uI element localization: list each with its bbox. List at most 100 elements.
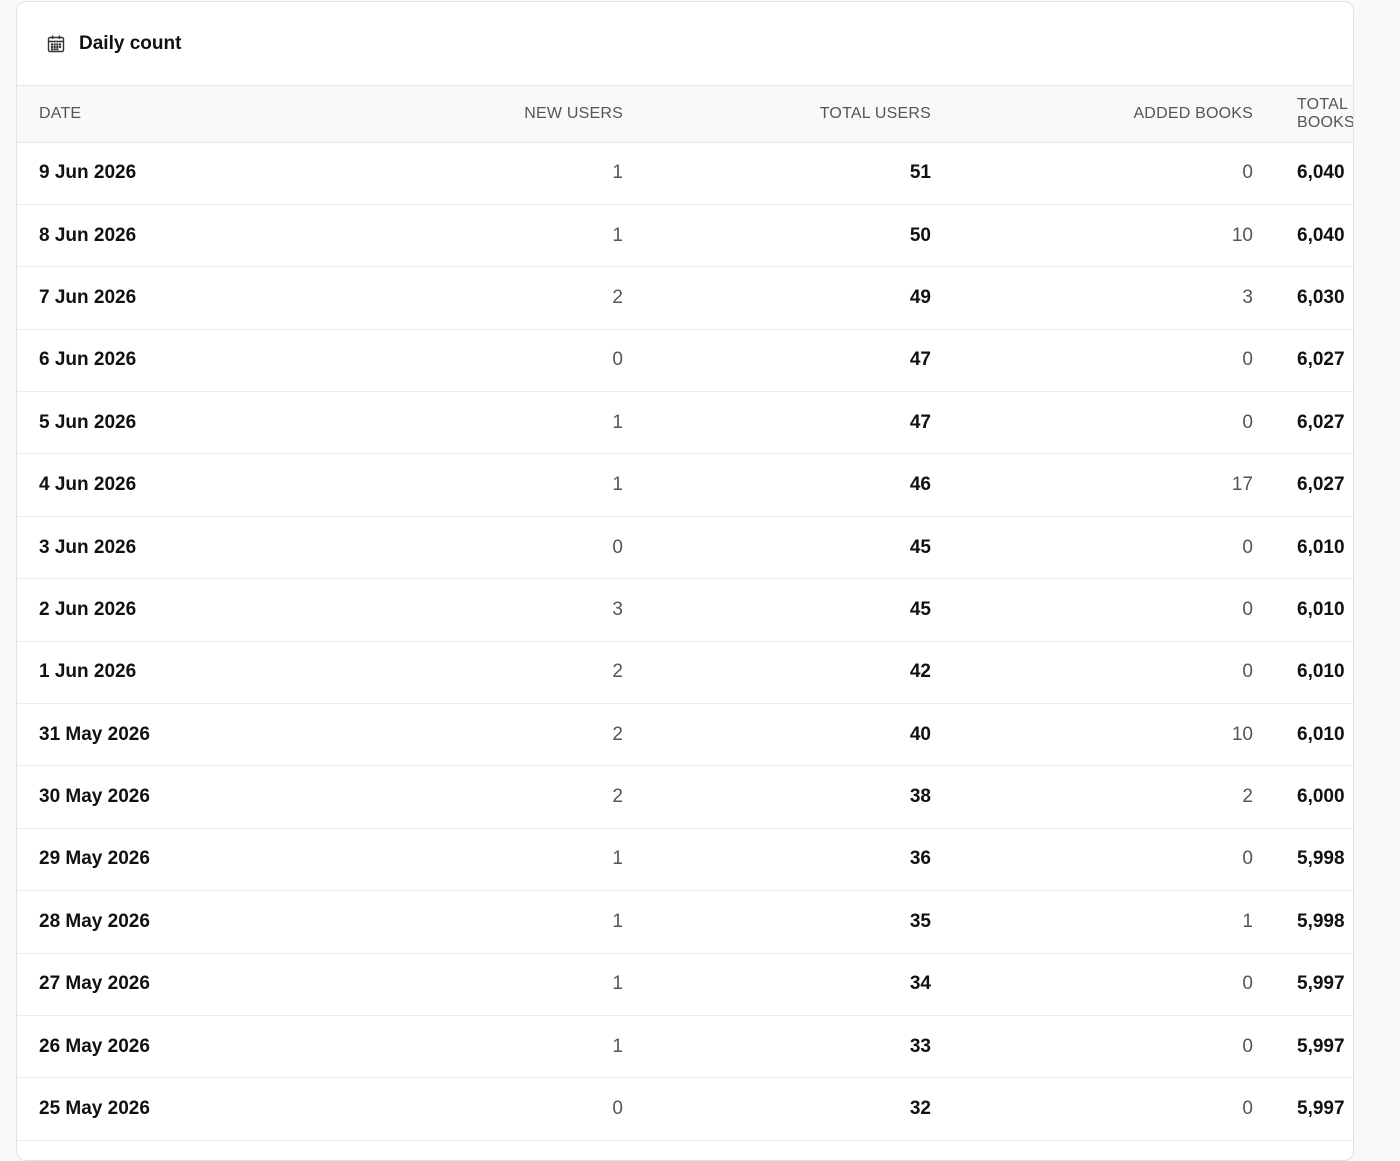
cell-total-books: 5,997: [1297, 973, 1345, 995]
cell-added-books: 1: [1242, 910, 1253, 932]
cell-new-users: 2: [612, 786, 623, 808]
cell-total-books: 6,010: [1297, 723, 1345, 745]
column-header-date[interactable]: DATE: [17, 86, 361, 142]
card-header: Daily count: [17, 2, 1353, 86]
cell-total-users: 34: [909, 973, 931, 995]
calendar-icon: [45, 33, 67, 55]
cell-date: 27 May 2026: [39, 973, 150, 995]
table-row[interactable]: 6 Jun 2026 0 47 0 6,027: [17, 329, 1353, 392]
column-header-added-books[interactable]: ADDED BOOKS: [953, 86, 1275, 142]
cell-new-users: 3: [612, 598, 623, 620]
table-row[interactable]: 4 Jun 2026 1 46 17 6,027: [17, 454, 1353, 517]
daily-count-table: DATE NEW USERS TOTAL USERS ADDED BOOKS T…: [17, 86, 1353, 1141]
cell-total-users: 46: [909, 474, 931, 496]
cell-new-users: 1: [612, 411, 623, 433]
cell-total-books: 6,027: [1297, 349, 1345, 371]
cell-date: 25 May 2026: [39, 1098, 150, 1120]
cell-new-users: 0: [612, 1098, 623, 1120]
cell-total-users: 45: [909, 536, 931, 558]
table-row[interactable]: 26 May 2026 1 33 0 5,997: [17, 1015, 1353, 1078]
cell-added-books: 0: [1242, 848, 1253, 870]
cell-new-users: 1: [612, 474, 623, 496]
cell-new-users: 2: [612, 723, 623, 745]
cell-new-users: 2: [612, 661, 623, 683]
table-row[interactable]: 27 May 2026 1 34 0 5,997: [17, 953, 1353, 1016]
cell-date: 31 May 2026: [39, 723, 150, 745]
cell-date: 2 Jun 2026: [39, 598, 137, 620]
cell-total-books: 5,998: [1297, 848, 1345, 870]
cell-total-books: 6,030: [1297, 286, 1345, 308]
table-row[interactable]: 30 May 2026 2 38 2 6,000: [17, 766, 1353, 829]
cell-added-books: 0: [1242, 973, 1253, 995]
column-header-total-books[interactable]: TOTAL BOOKS: [1275, 86, 1353, 142]
table-row[interactable]: 9 Jun 2026 1 51 0 6,040: [17, 142, 1353, 205]
cell-total-users: 36: [909, 848, 931, 870]
cell-new-users: 0: [612, 536, 623, 558]
table-row[interactable]: 25 May 2026 0 32 0 5,997: [17, 1078, 1353, 1141]
cell-total-books: 6,040: [1297, 224, 1345, 246]
table-row[interactable]: 31 May 2026 2 40 10 6,010: [17, 704, 1353, 766]
cell-added-books: 0: [1242, 1035, 1253, 1057]
cell-total-users: 51: [909, 162, 931, 184]
cell-new-users: 1: [612, 973, 623, 995]
cell-date: 4 Jun 2026: [39, 474, 137, 496]
cell-added-books: 2: [1242, 786, 1253, 808]
cell-new-users: 0: [612, 349, 623, 371]
cell-date: 9 Jun 2026: [39, 162, 137, 184]
cell-added-books: 0: [1242, 1098, 1253, 1120]
cell-total-users: 32: [909, 1098, 931, 1120]
cell-new-users: 1: [612, 162, 623, 184]
table-body: 9 Jun 2026 1 51 0 6,040 8 Jun 2026 1 50 10 6,040 7…: [17, 142, 1353, 1141]
table-row[interactable]: 2 Jun 2026 3 45 0 6,010: [17, 579, 1353, 642]
cell-total-books: 6,040: [1297, 162, 1345, 184]
cell-total-books: 5,997: [1297, 1035, 1345, 1057]
table-row[interactable]: 29 May 2026 1 36 0 5,998: [17, 828, 1353, 891]
cell-total-books: 6,010: [1297, 661, 1345, 683]
cell-date: 6 Jun 2026: [39, 349, 137, 371]
cell-total-users: 42: [909, 661, 931, 683]
cell-date: 7 Jun 2026: [39, 286, 137, 308]
cell-total-books: 6,010: [1297, 598, 1345, 620]
cell-total-users: 49: [909, 286, 931, 308]
table-row[interactable]: 7 Jun 2026 2 49 3 6,030: [17, 267, 1353, 330]
column-header-total-users[interactable]: TOTAL USERS: [645, 86, 953, 142]
cell-added-books: 0: [1242, 661, 1253, 683]
cell-date: 3 Jun 2026: [39, 536, 137, 558]
cell-new-users: 1: [612, 910, 623, 932]
table-row[interactable]: 8 Jun 2026 1 50 10 6,040: [17, 204, 1353, 267]
card-title: Daily count: [79, 32, 182, 54]
cell-added-books: 17: [1231, 474, 1253, 496]
cell-added-books: 0: [1242, 411, 1253, 433]
table-row[interactable]: 3 Jun 2026 0 45 0 6,010: [17, 516, 1353, 579]
cell-date: 26 May 2026: [39, 1035, 150, 1057]
cell-total-users: 47: [909, 411, 931, 433]
table-row[interactable]: 5 Jun 2026 1 47 0 6,027: [17, 392, 1353, 454]
cell-added-books: 10: [1231, 723, 1253, 745]
cell-date: 30 May 2026: [39, 786, 150, 808]
cell-new-users: 1: [612, 848, 623, 870]
cell-date: 28 May 2026: [39, 910, 150, 932]
cell-added-books: 0: [1242, 349, 1253, 371]
cell-added-books: 0: [1242, 162, 1253, 184]
cell-total-books: 6,010: [1297, 536, 1345, 558]
cell-total-users: 33: [909, 1035, 931, 1057]
cell-total-books: 6,027: [1297, 474, 1345, 496]
cell-total-users: 47: [909, 349, 931, 371]
cell-date: 8 Jun 2026: [39, 224, 137, 246]
daily-count-card: Daily count DATE NEW USERS TOTAL USERS A…: [16, 1, 1354, 1161]
table-row[interactable]: 1 Jun 2026 2 42 0 6,010: [17, 641, 1353, 704]
cell-total-books: 5,997: [1297, 1098, 1345, 1120]
column-header-new-users[interactable]: NEW USERS: [361, 86, 645, 142]
cell-total-books: 5,998: [1297, 910, 1345, 932]
cell-added-books: 0: [1242, 536, 1253, 558]
cell-new-users: 2: [612, 286, 623, 308]
cell-added-books: 3: [1242, 286, 1253, 308]
cell-total-users: 38: [909, 786, 931, 808]
cell-total-users: 35: [909, 910, 931, 932]
cell-date: 29 May 2026: [39, 848, 150, 870]
cell-total-users: 40: [909, 723, 931, 745]
table-row[interactable]: 28 May 2026 1 35 1 5,998: [17, 891, 1353, 954]
cell-total-books: 6,000: [1297, 786, 1345, 808]
cell-total-users: 50: [909, 224, 931, 246]
cell-added-books: 0: [1242, 598, 1253, 620]
